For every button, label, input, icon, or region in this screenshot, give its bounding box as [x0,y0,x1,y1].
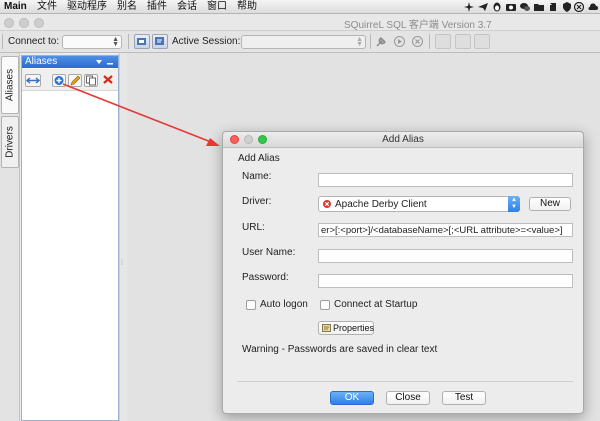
play-icon[interactable] [394,36,405,47]
chevron-updown-icon: ▲ ▼ [112,36,119,48]
connect-alias-button[interactable] [25,74,41,87]
auto-logon-label: Auto logon [260,299,308,310]
properties-button-label: Properties [333,323,375,333]
active-session-select[interactable]: ▲ ▼ [241,35,366,49]
folder-icon[interactable] [534,2,544,12]
tab-aliases[interactable]: Aliases [1,56,19,114]
chevron-updown-icon: ▲ ▼ [356,36,363,48]
sidebar-tab-strip: Aliases Drivers [0,53,20,421]
dialog-title: Add Alias [382,134,424,145]
dialog-titlebar: Add Alias [223,132,583,148]
password-field[interactable] [318,274,573,288]
camera-icon[interactable] [506,2,516,12]
window-minimize-button[interactable] [19,18,29,28]
dialog-divider [237,381,573,382]
stop-icon[interactable] [412,36,423,47]
password-label: Password: [242,272,289,283]
window-titlebar: SQuirreL SQL 客户端 Version 3.7 [0,14,600,31]
splitter-grip-icon: ⁞ [121,260,123,267]
copy-alias-button[interactable] [84,74,98,87]
macos-menubar: Main 文件 驱动程序 别名 插件 会话 窗口 帮助 [0,0,600,14]
aliases-panel-header: Aliases [22,56,118,68]
add-alias-dialog: Add Alias Add Alias Name: Driver: Apache… [222,131,584,414]
cascade-icon[interactable] [455,34,471,49]
connect-to-select[interactable]: ▲ ▼ [62,35,122,49]
aliases-toolbar [22,69,118,91]
panel-minimize-icon[interactable] [106,58,114,66]
menu-file[interactable]: 文件 [37,1,57,13]
connect-to-label: Connect to: [8,36,60,47]
driver-label: Driver: [242,196,272,207]
tab-aliases-label: Aliases [4,68,16,102]
shield-icon[interactable] [562,2,572,12]
window-close-button[interactable] [4,18,14,28]
chevron-updown-icon: ▲ ▼ [508,196,520,212]
menu-aliases[interactable]: 别名 [117,1,137,13]
name-field[interactable] [318,173,573,187]
edit-alias-button[interactable] [68,74,82,87]
toolbar-divider [370,34,371,49]
properties-button[interactable]: Properties [318,321,374,335]
layout-icon[interactable] [435,34,451,49]
aliases-list[interactable] [22,92,118,420]
ok-button[interactable]: OK [330,391,374,405]
username-field[interactable] [318,249,573,263]
auto-logon-checkbox[interactable] [246,300,256,310]
dialog-heading: Add Alias [238,153,280,164]
url-value: er>[:<port>]/<databaseName>[;<URL attrib… [321,225,563,236]
menu-app-name[interactable]: Main [4,1,27,13]
main-toolbar: Connect to: ▲ ▼ Active Session: ▲ ▼ [0,31,600,53]
aliases-panel: Aliases [21,55,119,421]
tab-drivers[interactable]: Drivers [1,116,19,168]
toolbar-divider [429,34,430,49]
window-title: SQuirreL SQL 客户端 Version 3.7 [344,20,492,31]
name-label: Name: [242,171,272,182]
connect-startup-checkbox[interactable] [320,300,330,310]
airplane-icon[interactable] [464,2,474,12]
url-label: URL: [242,222,265,233]
properties-icon [322,324,331,332]
session-properties-button[interactable] [152,34,168,49]
wechat-icon[interactable] [520,2,530,12]
xunlei-icon[interactable] [574,2,584,12]
toolbar-divider [2,34,3,49]
telegram-icon[interactable] [478,2,488,12]
password-warning: Warning - Passwords are saved in clear t… [242,344,438,355]
panel-splitter[interactable]: ⁞ [119,53,127,421]
aliases-panel-title: Aliases [25,56,58,67]
cloud-icon[interactable] [588,2,598,12]
penguin-icon[interactable] [492,2,502,12]
driver-error-icon [323,200,331,208]
url-field[interactable]: er>[:<port>]/<databaseName>[;<URL attrib… [318,223,573,237]
tile-icon[interactable] [474,34,490,49]
menu-session[interactable]: 会话 [177,1,197,13]
driver-value: Apache Derby Client [335,199,427,210]
menu-help[interactable]: 帮助 [237,1,257,13]
menu-plugins[interactable]: 插件 [147,1,167,13]
toolbar-divider [128,34,129,49]
close-button[interactable]: Close [386,391,430,405]
tools-icon[interactable] [376,36,387,47]
username-label: User Name: [242,247,296,258]
active-session-label: Active Session: [172,36,241,47]
new-driver-button[interactable]: New [529,197,571,211]
delete-alias-button[interactable] [102,74,116,87]
menu-drivers[interactable]: 驱动程序 [67,1,107,13]
menu-window[interactable]: 窗口 [207,1,227,13]
connect-startup-label: Connect at Startup [334,299,418,310]
tab-drivers-label: Drivers [4,126,16,158]
add-alias-button[interactable] [52,74,66,87]
window-zoom-button[interactable] [34,18,44,28]
panel-dropdown-icon[interactable] [95,58,103,66]
new-session-button[interactable] [134,34,150,49]
test-button[interactable]: Test [442,391,486,405]
evernote-icon[interactable] [548,2,558,12]
driver-select[interactable]: Apache Derby Client ▲ ▼ [318,196,520,212]
